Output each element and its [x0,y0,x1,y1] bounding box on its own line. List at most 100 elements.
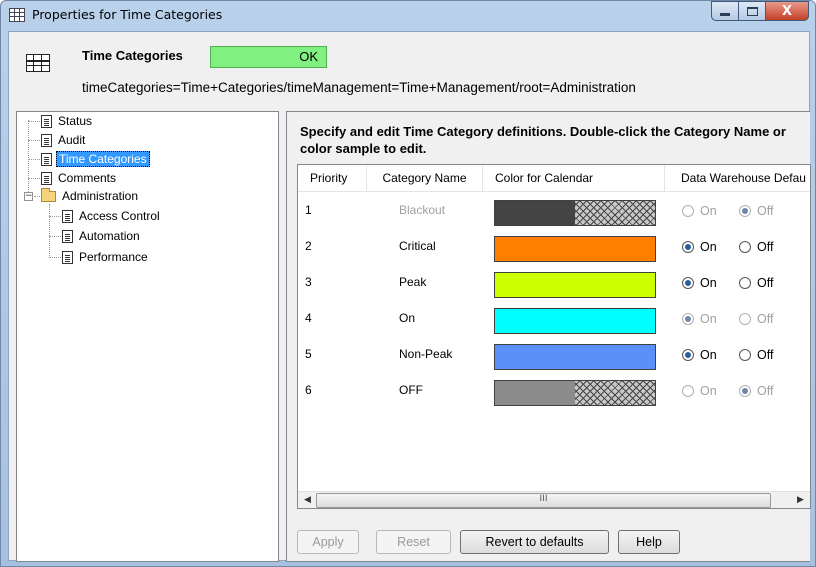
tree-item-status[interactable]: Status [41,112,94,130]
window-title: Properties for Time Categories [32,7,223,22]
table-row[interactable]: 5 Non-Peak On Off [298,336,810,372]
dw-on-label: On [700,276,717,290]
tree-item-administration[interactable]: Administration [41,187,140,205]
help-button[interactable]: Help [618,530,680,554]
table-header: Priority Category Name Color for Calenda… [298,165,810,192]
column-header-priority[interactable]: Priority [298,165,367,192]
category-name-cell[interactable]: Peak [399,264,426,300]
dw-off-radio[interactable] [739,277,751,289]
document-icon [41,152,52,166]
grid-icon [26,54,50,72]
dw-off-radio[interactable] [739,385,751,397]
document-icon [41,114,52,128]
dw-off-label: Off [757,312,774,326]
document-icon [41,171,52,185]
status-badge: OK [210,46,327,68]
object-path: timeCategories=Time+Categories/timeManag… [82,80,636,95]
dw-off-radio[interactable] [739,205,751,217]
tree-item-label: Automation [79,229,140,243]
dw-off-radio[interactable] [739,349,751,361]
scroll-right-icon[interactable]: ▶ [792,493,809,508]
color-swatch[interactable] [494,236,656,262]
dw-on-label: On [700,312,717,326]
object-title: Time Categories [82,48,183,63]
priority-cell: 1 [305,203,312,217]
priority-cell: 3 [305,275,312,289]
tree-item-label: Time Categories [56,151,150,167]
reset-button[interactable]: Reset [376,530,451,554]
dw-on-radio[interactable] [682,277,694,289]
tree-item-label: Administration [62,189,139,203]
apply-button[interactable]: Apply [297,530,359,554]
dw-on-radio[interactable] [682,205,694,217]
dw-off-radio[interactable] [739,313,751,325]
table-row[interactable]: 1 Blackout On Off [298,192,810,228]
dw-off-label: Off [757,276,774,290]
tree-item-performance[interactable]: Performance [62,248,150,266]
document-icon [62,209,73,223]
document-icon [62,250,73,264]
column-header-data-warehouse[interactable]: Data Warehouse Defau [665,165,810,192]
dw-on-label: On [700,348,717,362]
tree-item-access-control[interactable]: Access Control [62,207,162,225]
column-header-color[interactable]: Color for Calendar [483,165,665,192]
dw-off-radio[interactable] [739,241,751,253]
tree-item-comments[interactable]: Comments [41,169,118,187]
collapse-administration-toggle[interactable]: − [24,192,33,201]
close-button[interactable]: X [765,1,809,21]
scroll-left-icon[interactable]: ◀ [299,493,316,508]
document-icon [62,229,73,243]
tree-item-automation[interactable]: Automation [62,227,142,245]
dw-off-label: Off [757,384,774,398]
maximize-button[interactable] [738,1,765,21]
color-swatch[interactable] [494,380,656,406]
table-row[interactable]: 6 OFF On Off [298,372,810,408]
color-swatch[interactable] [494,272,656,298]
tree-item-label: Status [58,114,93,128]
tree-item-label: Audit [58,133,86,147]
category-name-cell[interactable]: On [399,300,415,336]
dw-off-label: Off [757,204,774,218]
color-swatch[interactable] [494,344,656,370]
document-icon [41,133,52,147]
minimize-button[interactable] [711,1,738,21]
dw-on-radio[interactable] [682,349,694,361]
priority-cell: 4 [305,311,312,325]
dw-on-label: On [700,384,717,398]
dw-on-radio[interactable] [682,313,694,325]
tree-item-time-categories[interactable]: Time Categories [41,150,150,168]
dw-on-radio[interactable] [682,241,694,253]
time-categories-table: Priority Category Name Color for Calenda… [297,164,811,509]
client-area: Time Categories OK timeCategories=Time+C… [8,31,811,562]
tree-item-label: Performance [79,250,148,264]
dw-on-label: On [700,240,717,254]
column-header-category-name[interactable]: Category Name [367,165,483,192]
horizontal-scrollbar[interactable]: ◀ III ▶ [298,491,810,508]
table-row[interactable]: 2 Critical On Off [298,228,810,264]
maximize-icon [746,6,758,16]
tree-item-label: Access Control [79,209,160,223]
grid-icon [9,8,25,22]
table-row[interactable]: 3 Peak On Off [298,264,810,300]
category-name-cell[interactable]: Blackout [399,192,445,228]
category-name-cell[interactable]: Non-Peak [399,336,452,372]
tree-item-label: Comments [58,171,117,185]
priority-cell: 5 [305,347,312,361]
folder-icon [41,187,56,202]
dw-on-radio[interactable] [682,385,694,397]
color-swatch[interactable] [494,200,656,226]
title-bar[interactable]: Properties for Time Categories X [1,1,815,31]
minimize-icon [720,13,730,16]
instructions-text: Specify and edit Time Category definitio… [300,124,786,156]
close-icon: X [781,3,793,19]
color-swatch[interactable] [494,308,656,334]
dw-off-label: Off [757,240,774,254]
scroll-thumb[interactable]: III [316,493,771,508]
priority-cell: 2 [305,239,312,253]
category-name-cell[interactable]: Critical [399,228,436,264]
tree-item-audit[interactable]: Audit [41,131,87,149]
table-row[interactable]: 4 On On Off [298,300,810,336]
category-name-cell[interactable]: OFF [399,372,423,408]
revert-to-defaults-button[interactable]: Revert to defaults [460,530,609,554]
dw-on-label: On [700,204,717,218]
